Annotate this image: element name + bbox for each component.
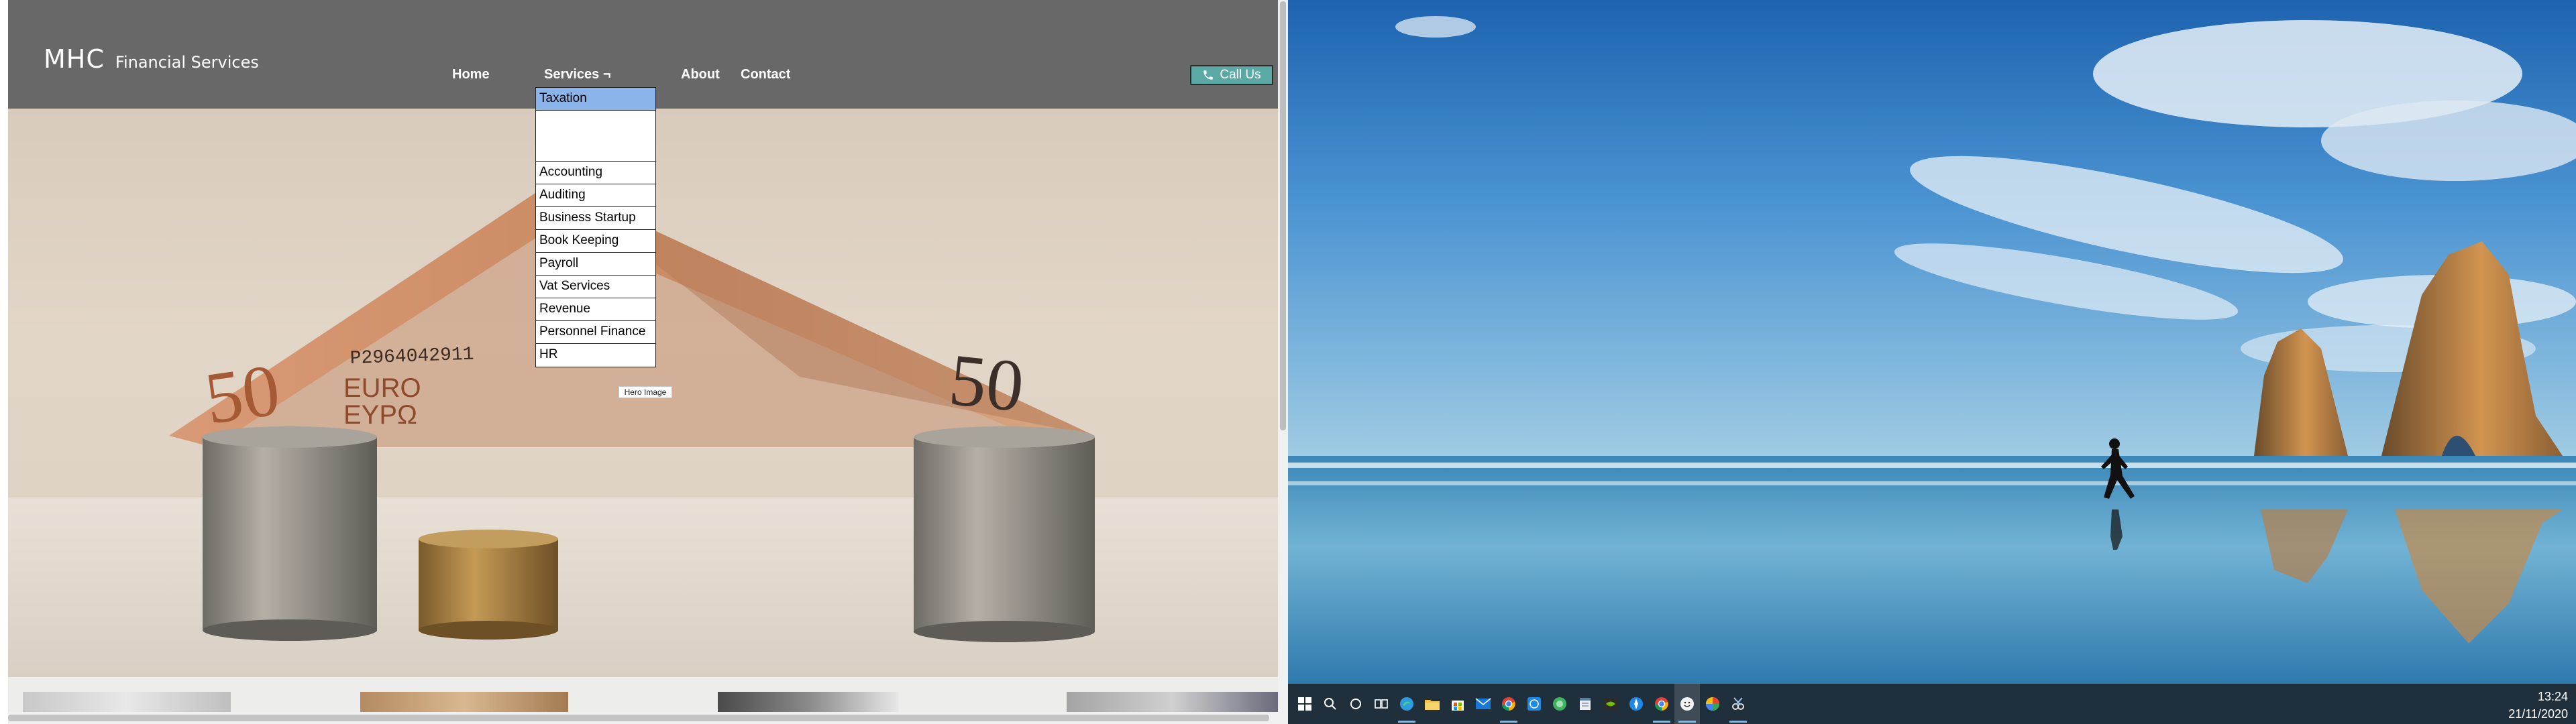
logo-text: Financial Services	[115, 53, 259, 72]
call-us-label: Call Us	[1220, 68, 1261, 82]
clock-date: 21/11/2020	[2508, 707, 2568, 721]
services-dropdown-menu: Taxation Accounting Auditing Business St…	[535, 87, 656, 367]
search-icon[interactable]	[1318, 684, 1343, 724]
menu-item-personnel-finance[interactable]: Personnel Finance	[536, 321, 655, 344]
left-monitor: MHC Financial Services Home Services ¬ A…	[0, 0, 1288, 724]
task-view-icon[interactable]	[1368, 684, 1394, 724]
desktop-wallpaper[interactable]	[1288, 0, 2576, 684]
menu-item-payroll[interactable]: Payroll	[536, 253, 655, 276]
call-us-button[interactable]: Call Us	[1190, 65, 1273, 85]
menu-item-accounting[interactable]: Accounting	[536, 162, 655, 184]
hero-image-label: Hero Image	[619, 386, 672, 398]
windows-start-icon[interactable]	[1292, 684, 1318, 724]
nav-home[interactable]: Home	[452, 67, 490, 82]
snipping-tool-icon[interactable]	[1725, 684, 1751, 724]
taskbar: 13:24 21/11/2020	[1288, 684, 2576, 724]
menu-item-revenue[interactable]: Revenue	[536, 298, 655, 321]
horizontal-scrollbar[interactable]	[8, 712, 1278, 724]
mail-icon[interactable]	[1470, 684, 1496, 724]
clock-time: 13:24	[2537, 690, 2568, 703]
emoji-icon[interactable]	[1674, 684, 1700, 724]
chrome-icon[interactable]	[1649, 684, 1674, 724]
banknote-value-right: 50	[945, 339, 1027, 428]
cortana-icon[interactable]	[1343, 684, 1368, 724]
banknote-serial: P2964042911	[350, 345, 474, 369]
menu-item-blank[interactable]	[536, 111, 655, 162]
right-monitor: 13:24 21/11/2020	[1288, 0, 2576, 724]
file-explorer-icon[interactable]	[1419, 684, 1445, 724]
browser-icon[interactable]	[1623, 684, 1649, 724]
nvidia-icon[interactable]	[1598, 684, 1623, 724]
menu-item-vat-services[interactable]: Vat Services	[536, 276, 655, 298]
photos-icon[interactable]	[1700, 684, 1725, 724]
store-icon[interactable]	[1445, 684, 1470, 724]
edge-icon[interactable]	[1394, 684, 1419, 724]
nav-about[interactable]: About	[681, 67, 720, 82]
site-logo[interactable]: MHC Financial Services	[44, 44, 259, 74]
banknote-currency: EURO	[343, 373, 421, 403]
banknote-value-left: 50	[200, 349, 284, 440]
banknote-currency-alt: EYPΩ	[343, 400, 417, 430]
system-clock[interactable]: 13:24 21/11/2020	[2494, 688, 2568, 723]
browser-viewport: MHC Financial Services Home Services ¬ A…	[8, 0, 1278, 724]
notepad-icon[interactable]	[1572, 684, 1598, 724]
vertical-scrollbar[interactable]	[1278, 0, 1288, 724]
whatsapp-icon[interactable]	[1521, 684, 1547, 724]
menu-item-book-keeping[interactable]: Book Keeping	[536, 230, 655, 253]
chrome-icon[interactable]	[1496, 684, 1521, 724]
phone-icon	[1202, 69, 1214, 81]
horizontal-scroll-thumb[interactable]	[8, 715, 1269, 721]
menu-item-auditing[interactable]: Auditing	[536, 184, 655, 207]
logo-mark: MHC	[44, 44, 105, 74]
vertical-scroll-thumb[interactable]	[1280, 1, 1286, 430]
menu-item-taxation[interactable]: Taxation	[536, 88, 655, 111]
nav-contact[interactable]: Contact	[741, 67, 790, 82]
menu-item-hr[interactable]: HR	[536, 344, 655, 367]
green-app-icon[interactable]	[1547, 684, 1572, 724]
menu-item-business-startup[interactable]: Business Startup	[536, 207, 655, 230]
nav-services[interactable]: Services ¬	[544, 67, 611, 82]
